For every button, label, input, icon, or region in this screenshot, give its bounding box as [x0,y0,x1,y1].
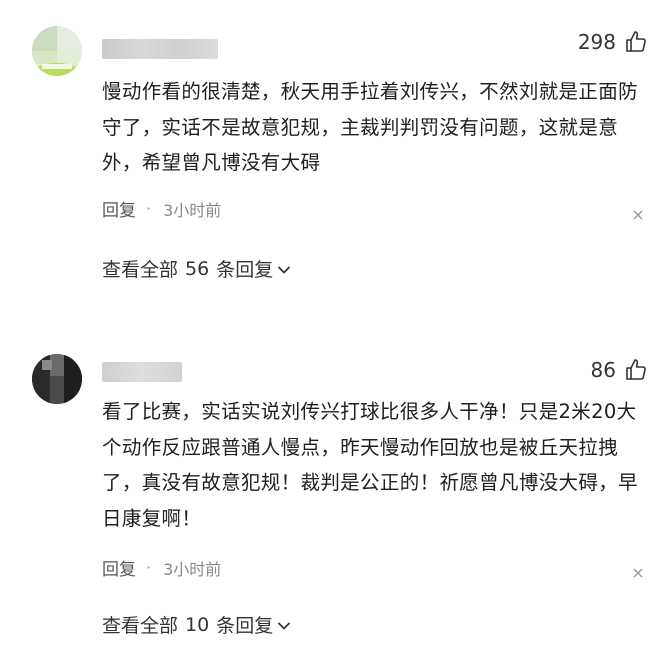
view-all-prefix: 查看全部 [102,259,179,281]
view-all-prefix: 查看全部 [102,615,179,637]
meta-separator: · [146,558,152,577]
view-all-suffix: 条回复 [216,615,274,637]
comment-item: 298 慢动作看的很清楚，秋天用手拉着刘传兴，不然刘就是正面防守了，实话不是故意… [0,0,660,318]
divider [0,318,660,340]
thumbs-up-icon [624,358,648,382]
username-blurred[interactable] [102,362,182,382]
timestamp: 3小时前 [163,559,222,579]
comment-item: 86 看了比赛，实话实说刘传兴打球比很多人干净！只是2米20大个动作反应跟普通人… [0,340,660,667]
chevron-down-icon [273,258,291,280]
comment-meta: 回复 · 3小时前 [102,555,221,580]
like-count: 86 [590,358,616,382]
avatar[interactable] [32,26,82,76]
like-button[interactable]: 86 [591,358,648,382]
view-all-suffix: 条回复 [216,259,274,281]
comment-meta: 回复 · 3小时前 [102,196,221,221]
like-button[interactable]: 298 [578,30,648,54]
view-all-replies-button[interactable]: 查看全部 10 条回复 [102,611,291,638]
close-icon[interactable] [632,206,644,220]
thumbs-up-icon [624,30,648,54]
meta-separator: · [146,199,152,218]
timestamp: 3小时前 [163,200,222,220]
reply-button[interactable]: 回复 [102,196,136,221]
chevron-down-icon [273,614,291,636]
close-icon[interactable] [632,564,644,578]
reply-button[interactable]: 回复 [102,555,136,580]
comment-text: 慢动作看的很清楚，秋天用手拉着刘传兴，不然刘就是正面防守了，实话不是故意犯规，主… [102,80,638,174]
reply-count: 10 [185,613,210,636]
like-count: 298 [577,30,616,54]
view-all-replies-button[interactable]: 查看全部 56 条回复 [102,255,291,282]
comment-text: 看了比赛，实话实说刘传兴打球比很多人干净！只是2米20大个动作反应跟普通人慢点，… [102,400,638,530]
reply-count: 56 [185,257,210,280]
avatar[interactable] [32,354,82,404]
username-blurred[interactable] [102,39,218,59]
